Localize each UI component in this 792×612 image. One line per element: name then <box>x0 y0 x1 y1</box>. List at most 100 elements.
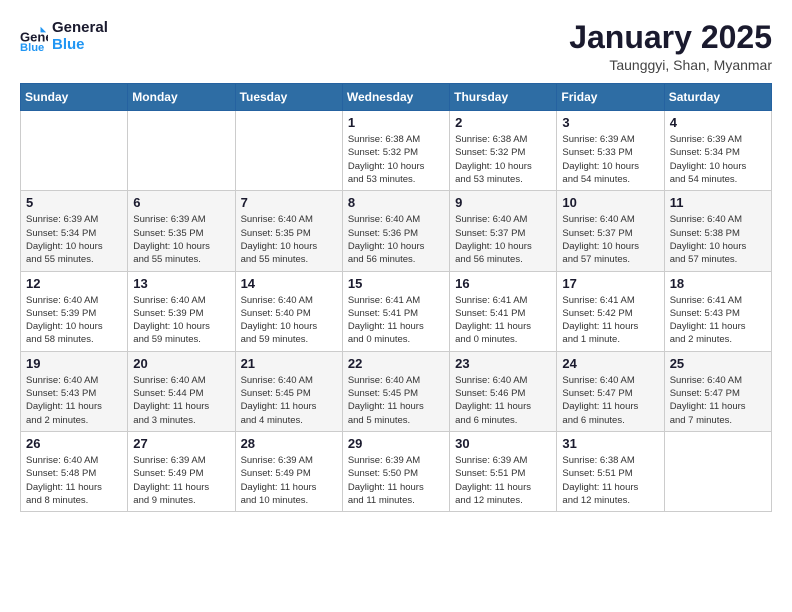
calendar-day-cell: 7 Sunrise: 6:40 AM Sunset: 5:35 PM Daylig… <box>235 191 342 271</box>
day-info: Sunrise: 6:40 AM Sunset: 5:38 PM Dayligh… <box>670 213 766 266</box>
weekday-header: Thursday <box>450 84 557 111</box>
day-number: 14 <box>241 276 337 291</box>
day-info: Sunrise: 6:40 AM Sunset: 5:39 PM Dayligh… <box>26 294 122 347</box>
weekday-header: Saturday <box>664 84 771 111</box>
day-info: Sunrise: 6:39 AM Sunset: 5:49 PM Dayligh… <box>241 454 337 507</box>
day-number: 22 <box>348 356 444 371</box>
day-info: Sunrise: 6:40 AM Sunset: 5:39 PM Dayligh… <box>133 294 229 347</box>
svg-text:Blue: Blue <box>20 42 44 51</box>
day-number: 5 <box>26 195 122 210</box>
page-header: General Blue General Blue January 2025 T… <box>20 20 772 73</box>
calendar-day-cell <box>664 431 771 511</box>
calendar-table: SundayMondayTuesdayWednesdayThursdayFrid… <box>20 83 772 512</box>
calendar-week-row: 1 Sunrise: 6:38 AM Sunset: 5:32 PM Daylig… <box>21 111 772 191</box>
calendar-day-cell <box>21 111 128 191</box>
calendar-day-cell: 4 Sunrise: 6:39 AM Sunset: 5:34 PM Daylig… <box>664 111 771 191</box>
calendar-day-cell: 13 Sunrise: 6:40 AM Sunset: 5:39 PM Dayli… <box>128 271 235 351</box>
day-number: 2 <box>455 115 551 130</box>
day-number: 29 <box>348 436 444 451</box>
calendar-day-cell: 15Sunrise: 6:41 AM Sunset: 5:41 PM Dayli… <box>342 271 449 351</box>
day-info: Sunrise: 6:40 AM Sunset: 5:45 PM Dayligh… <box>241 374 337 427</box>
weekday-header-row: SundayMondayTuesdayWednesdayThursdayFrid… <box>21 84 772 111</box>
calendar-day-cell: 29 Sunrise: 6:39 AM Sunset: 5:50 PM Dayli… <box>342 431 449 511</box>
day-number: 17 <box>562 276 658 291</box>
weekday-header: Monday <box>128 84 235 111</box>
day-number: 26 <box>26 436 122 451</box>
calendar-day-cell: 16 Sunrise: 6:41 AM Sunset: 5:41 PM Dayli… <box>450 271 557 351</box>
day-info: Sunrise: 6:40 AM Sunset: 5:35 PM Dayligh… <box>241 213 337 266</box>
day-number: 4 <box>670 115 766 130</box>
day-number: 13 <box>133 276 229 291</box>
location-subtitle: Taunggyi, Shan, Myanmar <box>569 57 772 73</box>
day-number: 30 <box>455 436 551 451</box>
day-info: Sunrise: 6:40 AM Sunset: 5:36 PM Dayligh… <box>348 213 444 266</box>
day-info: Sunrise: 6:40 AM Sunset: 5:46 PM Dayligh… <box>455 374 551 427</box>
calendar-day-cell: 19Sunrise: 6:40 AM Sunset: 5:43 PM Dayli… <box>21 351 128 431</box>
calendar-week-row: 12Sunrise: 6:40 AM Sunset: 5:39 PM Dayli… <box>21 271 772 351</box>
day-info: Sunrise: 6:38 AM Sunset: 5:32 PM Dayligh… <box>455 133 551 186</box>
day-number: 7 <box>241 195 337 210</box>
day-info: Sunrise: 6:39 AM Sunset: 5:51 PM Dayligh… <box>455 454 551 507</box>
day-info: Sunrise: 6:40 AM Sunset: 5:44 PM Dayligh… <box>133 374 229 427</box>
calendar-day-cell: 1Sunrise: 6:38 AM Sunset: 5:32 PM Daylig… <box>342 111 449 191</box>
day-number: 16 <box>455 276 551 291</box>
calendar-day-cell: 3Sunrise: 6:39 AM Sunset: 5:33 PM Daylig… <box>557 111 664 191</box>
day-info: Sunrise: 6:40 AM Sunset: 5:43 PM Dayligh… <box>26 374 122 427</box>
day-number: 8 <box>348 195 444 210</box>
weekday-header: Sunday <box>21 84 128 111</box>
day-number: 20 <box>133 356 229 371</box>
day-info: Sunrise: 6:39 AM Sunset: 5:35 PM Dayligh… <box>133 213 229 266</box>
calendar-day-cell: 22 Sunrise: 6:40 AM Sunset: 5:45 PM Dayli… <box>342 351 449 431</box>
calendar-day-cell: 28 Sunrise: 6:39 AM Sunset: 5:49 PM Dayli… <box>235 431 342 511</box>
calendar-day-cell: 18Sunrise: 6:41 AM Sunset: 5:43 PM Dayli… <box>664 271 771 351</box>
day-info: Sunrise: 6:39 AM Sunset: 5:34 PM Dayligh… <box>26 213 122 266</box>
calendar-day-cell: 21Sunrise: 6:40 AM Sunset: 5:45 PM Dayli… <box>235 351 342 431</box>
day-info: Sunrise: 6:40 AM Sunset: 5:37 PM Dayligh… <box>455 213 551 266</box>
calendar-day-cell: 5 Sunrise: 6:39 AM Sunset: 5:34 PM Daylig… <box>21 191 128 271</box>
day-number: 6 <box>133 195 229 210</box>
day-info: Sunrise: 6:39 AM Sunset: 5:50 PM Dayligh… <box>348 454 444 507</box>
calendar-day-cell: 25 Sunrise: 6:40 AM Sunset: 5:47 PM Dayli… <box>664 351 771 431</box>
day-number: 23 <box>455 356 551 371</box>
logo: General Blue General Blue <box>20 20 108 53</box>
day-number: 25 <box>670 356 766 371</box>
calendar-day-cell: 27 Sunrise: 6:39 AM Sunset: 5:49 PM Dayli… <box>128 431 235 511</box>
calendar-day-cell <box>128 111 235 191</box>
day-number: 11 <box>670 195 766 210</box>
calendar-day-cell: 9 Sunrise: 6:40 AM Sunset: 5:37 PM Daylig… <box>450 191 557 271</box>
calendar-day-cell: 31 Sunrise: 6:38 AM Sunset: 5:51 PM Dayli… <box>557 431 664 511</box>
day-info: Sunrise: 6:38 AM Sunset: 5:51 PM Dayligh… <box>562 454 658 507</box>
calendar-day-cell: 23 Sunrise: 6:40 AM Sunset: 5:46 PM Dayli… <box>450 351 557 431</box>
logo-wordmark: General Blue <box>52 20 108 53</box>
day-info: Sunrise: 6:40 AM Sunset: 5:45 PM Dayligh… <box>348 374 444 427</box>
calendar-day-cell: 17 Sunrise: 6:41 AM Sunset: 5:42 PM Dayli… <box>557 271 664 351</box>
calendar-day-cell: 10 Sunrise: 6:40 AM Sunset: 5:37 PM Dayli… <box>557 191 664 271</box>
day-number: 15 <box>348 276 444 291</box>
calendar-day-cell <box>235 111 342 191</box>
day-info: Sunrise: 6:41 AM Sunset: 5:43 PM Dayligh… <box>670 294 766 347</box>
calendar-day-cell: 12Sunrise: 6:40 AM Sunset: 5:39 PM Dayli… <box>21 271 128 351</box>
day-info: Sunrise: 6:41 AM Sunset: 5:42 PM Dayligh… <box>562 294 658 347</box>
day-number: 27 <box>133 436 229 451</box>
day-number: 1 <box>348 115 444 130</box>
day-info: Sunrise: 6:39 AM Sunset: 5:34 PM Dayligh… <box>670 133 766 186</box>
day-number: 31 <box>562 436 658 451</box>
weekday-header: Tuesday <box>235 84 342 111</box>
day-info: Sunrise: 6:39 AM Sunset: 5:49 PM Dayligh… <box>133 454 229 507</box>
day-info: Sunrise: 6:40 AM Sunset: 5:47 PM Dayligh… <box>562 374 658 427</box>
day-info: Sunrise: 6:40 AM Sunset: 5:37 PM Dayligh… <box>562 213 658 266</box>
day-number: 24 <box>562 356 658 371</box>
calendar-week-row: 5 Sunrise: 6:39 AM Sunset: 5:34 PM Daylig… <box>21 191 772 271</box>
calendar-day-cell: 20 Sunrise: 6:40 AM Sunset: 5:44 PM Dayli… <box>128 351 235 431</box>
calendar-week-row: 26Sunrise: 6:40 AM Sunset: 5:48 PM Dayli… <box>21 431 772 511</box>
calendar-day-cell: 11 Sunrise: 6:40 AM Sunset: 5:38 PM Dayli… <box>664 191 771 271</box>
day-number: 9 <box>455 195 551 210</box>
logo-icon: General Blue <box>20 23 48 51</box>
calendar-week-row: 19Sunrise: 6:40 AM Sunset: 5:43 PM Dayli… <box>21 351 772 431</box>
calendar-day-cell: 14Sunrise: 6:40 AM Sunset: 5:40 PM Dayli… <box>235 271 342 351</box>
day-info: Sunrise: 6:40 AM Sunset: 5:47 PM Dayligh… <box>670 374 766 427</box>
day-number: 28 <box>241 436 337 451</box>
day-info: Sunrise: 6:41 AM Sunset: 5:41 PM Dayligh… <box>455 294 551 347</box>
calendar-day-cell: 24 Sunrise: 6:40 AM Sunset: 5:47 PM Dayli… <box>557 351 664 431</box>
day-number: 10 <box>562 195 658 210</box>
